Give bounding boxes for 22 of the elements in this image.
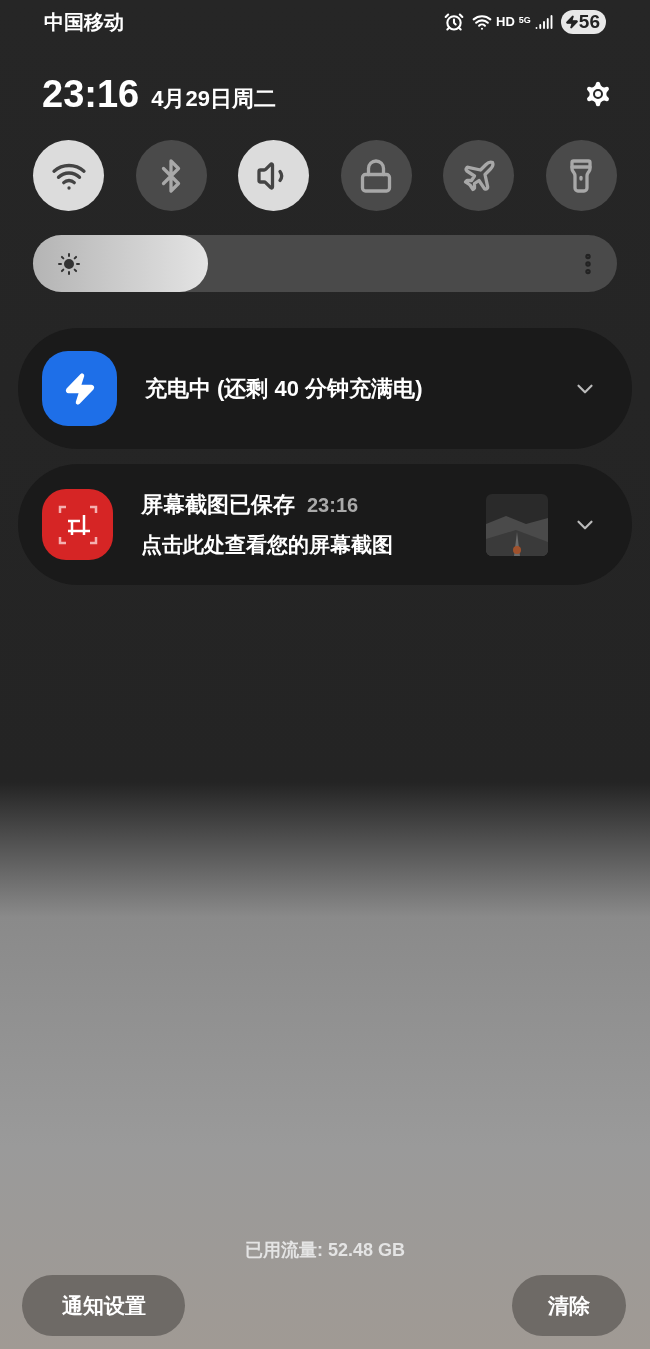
notification-settings-button[interactable]: 通知设置 xyxy=(22,1275,185,1336)
notification-title: 充电中 (还剩 40 分钟充满电) xyxy=(145,375,423,403)
date-label: 4月29日周二 xyxy=(151,84,276,113)
clear-button[interactable]: 清除 xyxy=(512,1275,626,1336)
notification-title: 屏幕截图已保存 xyxy=(141,491,295,520)
data-usage-label: 已用流量: 52.48 GB xyxy=(244,1239,405,1262)
notification-text: 点击此处查看您的屏幕截图 xyxy=(141,532,393,559)
notification-time: 23:16 xyxy=(307,493,359,519)
screenshot-app-icon xyxy=(42,489,113,560)
charging-app-icon xyxy=(42,351,117,426)
signal-icon xyxy=(534,13,553,31)
clock-time: 23:16 xyxy=(42,71,140,117)
battery-indicator: 56 xyxy=(560,10,606,34)
alarm-icon xyxy=(444,12,465,32)
wifi-icon xyxy=(472,12,493,32)
carrier-name: 中国移动 xyxy=(44,10,124,35)
sun-icon xyxy=(57,251,81,276)
notification-card[interactable]: 屏幕截图已保存 23:16 点击此处查看您的屏幕截图 xyxy=(18,464,632,585)
brightness-slider[interactable] xyxy=(33,235,617,292)
hd-label: HD xyxy=(496,13,515,32)
notification-card[interactable]: 充电中 (还剩 40 分钟充满电) xyxy=(18,328,632,449)
network-label: 5G xyxy=(518,14,531,27)
